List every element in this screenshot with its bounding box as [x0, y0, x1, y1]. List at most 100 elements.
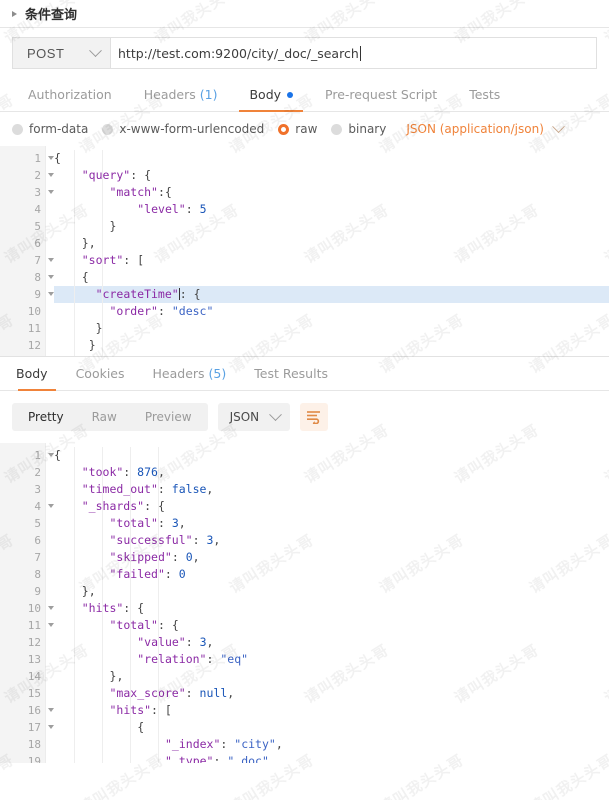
- beautify-button[interactable]: [300, 403, 329, 431]
- radio-icon: [102, 123, 114, 135]
- code-line[interactable]: "query": {: [54, 167, 609, 184]
- body-type-label: form-data: [29, 122, 89, 136]
- line-number: 11: [0, 617, 54, 634]
- code-line[interactable]: "successful": 3,: [54, 532, 609, 549]
- triangle-right-icon[interactable]: [12, 10, 17, 17]
- view-mode-preview[interactable]: Preview: [131, 403, 206, 431]
- response-tab-cookies[interactable]: Cookies: [62, 357, 139, 390]
- code-line[interactable]: "failed": 0: [54, 566, 609, 583]
- request-url-input[interactable]: http://test.com:9200/city/_doc/_search: [110, 37, 597, 69]
- chevron-down-icon: [552, 119, 565, 133]
- line-number: 4: [34, 203, 41, 216]
- response-body-editor[interactable]: 123456789101112131415161718192021222324 …: [0, 443, 609, 763]
- line-number: 10: [27, 305, 41, 318]
- response-editor-gutter: 123456789101112131415161718192021222324: [0, 443, 54, 763]
- http-method-select[interactable]: POST: [12, 37, 110, 69]
- code-line[interactable]: "max_score": null,: [54, 685, 609, 702]
- request-editor-code[interactable]: { "query": { "match":{ "level": 5 } }, "…: [46, 146, 609, 356]
- body-type-form-data[interactable]: form-data: [12, 122, 88, 136]
- response-tab-test-results[interactable]: Test Results: [240, 357, 342, 390]
- request-url-value: http://test.com:9200/city/_doc/_search: [118, 45, 359, 61]
- code-line[interactable]: },: [54, 668, 609, 685]
- code-line[interactable]: "match":{: [54, 184, 609, 201]
- body-type-binary[interactable]: binary: [331, 122, 386, 136]
- indent-guide: [130, 447, 131, 763]
- request-url-row: POST http://test.com:9200/city/_doc/_sea…: [0, 28, 609, 78]
- code-line[interactable]: "total": {: [54, 617, 609, 634]
- line-number: 8: [0, 269, 54, 286]
- code-line[interactable]: "_index": "city",: [54, 736, 609, 753]
- code-line[interactable]: "timed_out": false,: [54, 481, 609, 498]
- response-tab-headers[interactable]: Headers (5): [139, 357, 241, 390]
- line-number: 16: [0, 702, 54, 719]
- line-number: 3: [34, 483, 41, 496]
- radio-icon: [331, 123, 343, 135]
- tab-count: (5): [208, 366, 227, 381]
- http-method-label: POST: [27, 45, 65, 61]
- line-number: 5: [34, 220, 41, 233]
- line-number: 18: [27, 738, 41, 751]
- code-line[interactable]: }: [54, 337, 609, 354]
- request-editor-gutter: 1234567891011121314: [0, 146, 54, 356]
- code-line[interactable]: "_type": "_doc",: [54, 753, 609, 763]
- response-language-label: JSON: [229, 410, 260, 424]
- tab-label: Headers: [143, 87, 196, 102]
- code-line[interactable]: }: [54, 320, 609, 337]
- view-mode-pretty[interactable]: Pretty: [14, 403, 78, 431]
- response-tab-body[interactable]: Body: [12, 357, 62, 391]
- tab-authorization[interactable]: Authorization: [12, 78, 128, 111]
- code-line[interactable]: "level": 5: [54, 201, 609, 218]
- line-number: 1: [0, 447, 54, 464]
- response-toolbar: Pretty Raw Preview JSON: [0, 391, 609, 443]
- tab-tests[interactable]: Tests: [453, 78, 516, 111]
- line-number: 9: [34, 585, 41, 598]
- line-number: 6: [34, 534, 41, 547]
- line-number: 14: [27, 670, 41, 683]
- code-line[interactable]: "took": 876,: [54, 464, 609, 481]
- line-number: 9: [0, 286, 54, 303]
- content-type-label: JSON (application/json): [406, 122, 544, 136]
- tab-count: (1): [199, 87, 218, 102]
- code-line[interactable]: "skipped": 0,: [54, 549, 609, 566]
- code-line[interactable]: "value": 3,: [54, 634, 609, 651]
- format-wrap-icon: [307, 411, 321, 424]
- code-line[interactable]: },: [54, 235, 609, 252]
- indent-guide: [158, 447, 159, 763]
- tab-body[interactable]: Body: [233, 78, 309, 112]
- code-line[interactable]: "hits": [: [54, 702, 609, 719]
- body-type-x-www-form-urlencoded[interactable]: x-www-form-urlencoded: [102, 122, 264, 136]
- code-line[interactable]: "relation": "eq": [54, 651, 609, 668]
- code-line[interactable]: },: [54, 583, 609, 600]
- line-number: 7: [0, 252, 54, 269]
- response-view-mode-group: Pretty Raw Preview: [12, 403, 208, 431]
- response-language-select[interactable]: JSON: [217, 403, 291, 431]
- code-line[interactable]: {: [54, 269, 609, 286]
- code-line[interactable]: {: [54, 447, 609, 464]
- line-number: 15: [27, 687, 41, 700]
- line-number: 2: [0, 167, 54, 184]
- tab-label: Headers: [152, 366, 205, 381]
- response-editor-code[interactable]: { "took": 876, "timed_out": false, "_sha…: [46, 443, 609, 763]
- request-body-editor[interactable]: 1234567891011121314 { "query": { "match"…: [0, 146, 609, 357]
- tab-label: Pre-request Script: [325, 87, 438, 102]
- line-number: 13: [27, 653, 41, 666]
- code-line[interactable]: {: [54, 150, 609, 167]
- tab-headers[interactable]: Headers (1): [128, 78, 234, 111]
- code-line[interactable]: "_shards": {: [54, 498, 609, 515]
- line-number: 8: [34, 568, 41, 581]
- line-number: 6: [34, 237, 41, 250]
- view-mode-raw[interactable]: Raw: [78, 403, 131, 431]
- code-line[interactable]: "hits": {: [54, 600, 609, 617]
- code-line[interactable]: "createTime": {: [54, 286, 609, 303]
- tab-label: Test Results: [254, 366, 328, 381]
- code-line[interactable]: "order": "desc": [54, 303, 609, 320]
- code-line[interactable]: {: [54, 719, 609, 736]
- tab-pre-request-script[interactable]: Pre-request Script: [309, 78, 453, 111]
- code-line[interactable]: "sort": [: [54, 252, 609, 269]
- line-number: 3: [0, 184, 54, 201]
- content-type-select[interactable]: JSON (application/json): [406, 119, 565, 136]
- code-line[interactable]: "total": 3,: [54, 515, 609, 532]
- line-number: 7: [34, 551, 41, 564]
- body-type-raw[interactable]: raw: [278, 122, 317, 136]
- code-line[interactable]: }: [54, 218, 609, 235]
